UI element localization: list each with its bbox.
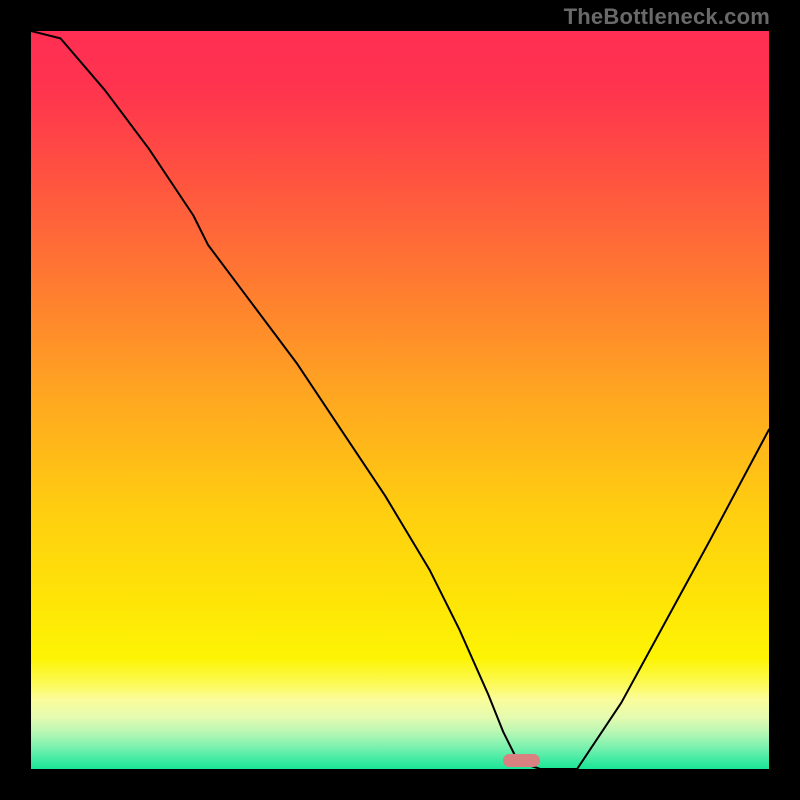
watermark-text: TheBottleneck.com [564, 4, 770, 30]
optimal-marker [503, 754, 540, 767]
plot-area [31, 31, 769, 769]
bottleneck-curve [31, 31, 769, 769]
chart-stage: TheBottleneck.com [0, 0, 800, 800]
